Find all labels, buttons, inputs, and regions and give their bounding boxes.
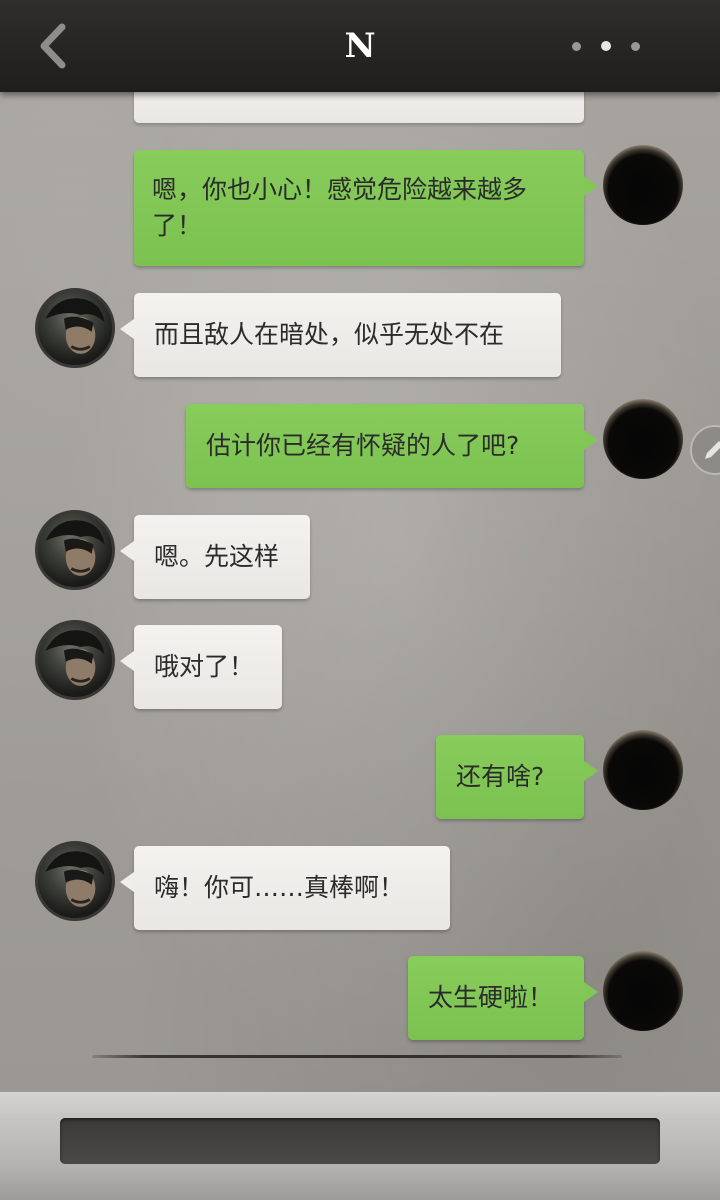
contact-avatar-image: [45, 298, 105, 354]
self-avatar[interactable]: [603, 730, 683, 810]
self-avatar[interactable]: [603, 951, 683, 1031]
message-bubble-self[interactable]: 估计你已经有怀疑的人了吧?: [186, 404, 598, 488]
message-text: 嗯，你也小心！感觉危险越来越多了！: [152, 175, 528, 240]
message-text: 嗯。先这样: [154, 542, 280, 571]
self-avatar[interactable]: [603, 399, 683, 479]
more-dots-icon[interactable]: [572, 36, 640, 56]
message-bubble-self[interactable]: 太生硬啦！: [408, 956, 598, 1040]
contact-avatar[interactable]: [35, 510, 115, 590]
contact-avatar[interactable]: [35, 841, 115, 921]
message-bubble-contact[interactable]: 嗯。先这样: [120, 515, 310, 599]
self-avatar[interactable]: [603, 145, 683, 225]
message-input[interactable]: [60, 1118, 660, 1164]
message-bubble-self[interactable]: 嗯，你也小心！感觉危险越来越多了！: [134, 150, 598, 266]
message-text: 估计你已经有怀疑的人了吧?: [206, 431, 520, 460]
chat-header: N: [0, 0, 720, 92]
message-bubble-contact[interactable]: 而且敌人在暗处，似乎无处不在: [120, 293, 561, 377]
dot: [572, 41, 581, 51]
ink-divider: [92, 1055, 622, 1058]
contact-avatar-image: [45, 630, 105, 686]
chevron-left-icon: [40, 23, 66, 69]
dot: [601, 41, 611, 51]
message-bubble-contact[interactable]: 哦对了！: [120, 625, 282, 709]
dot: [631, 41, 640, 51]
contact-avatar-image: [45, 851, 105, 907]
pencil-icon: [705, 441, 720, 459]
message-text: 嗨！你可……真棒啊！: [154, 873, 405, 902]
message-bubble-contact[interactable]: 嗨！你可……真棒啊！: [120, 846, 450, 930]
message-text: 还有啥?: [456, 762, 545, 791]
contact-avatar-image: [45, 520, 105, 576]
message-text: 太生硬啦！: [428, 983, 554, 1012]
contact-avatar[interactable]: [35, 288, 115, 368]
back-button[interactable]: [28, 18, 78, 74]
message-text: 而且敌人在暗处，似乎无处不在: [154, 320, 505, 349]
message-text: 哦对了！: [154, 652, 255, 681]
message-bubble-self[interactable]: 还有啥?: [436, 735, 598, 819]
contact-avatar[interactable]: [35, 620, 115, 700]
